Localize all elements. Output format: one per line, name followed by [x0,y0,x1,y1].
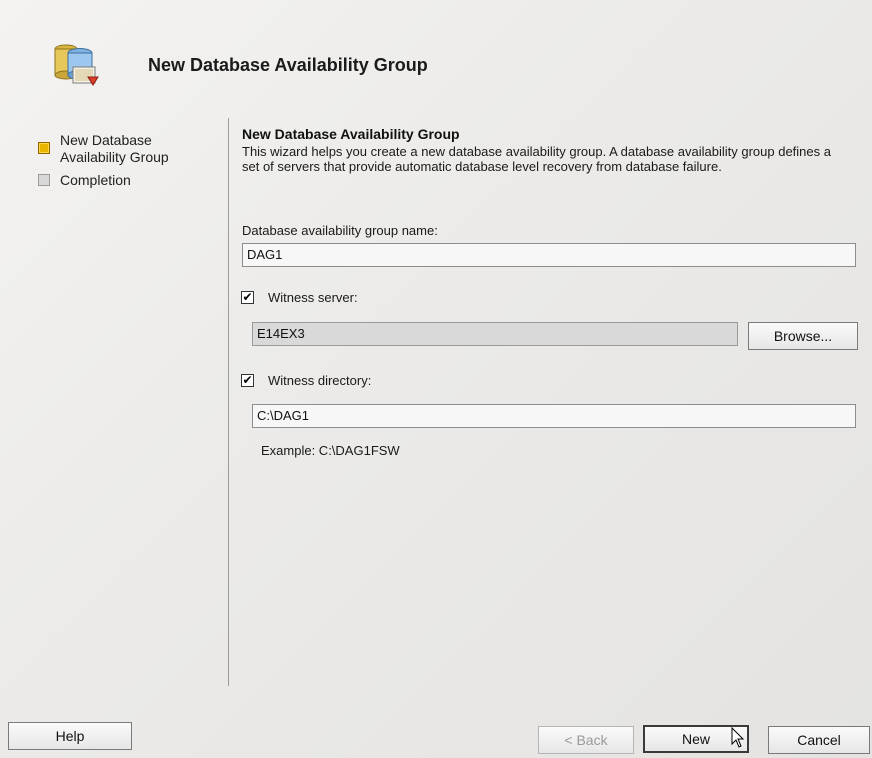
wizard-content: New Database Availability Group This wiz… [242,126,862,174]
dag-name-label: Database availability group name: [242,223,438,238]
example-text: Example: C:\DAG1FSW [261,443,400,458]
back-button[interactable]: < Back [538,726,634,754]
step-active-icon [38,142,50,154]
database-group-icon [54,44,99,86]
step-label: Completion [60,172,131,188]
witness-server-input[interactable]: E14EX3 [252,322,738,346]
help-button[interactable]: Help [8,722,132,750]
description: This wizard helps you create a new datab… [242,144,831,174]
wizard-steps: New Database Availability Group Completi… [38,132,218,195]
witness-directory-input[interactable]: C:\DAG1 [252,404,856,428]
witness-server-label: Witness server: [268,290,358,305]
section-title: New Database Availability Group [242,126,460,142]
witness-server-checkbox[interactable]: ✔ [241,291,254,304]
mouse-pointer-icon [731,727,745,748]
witness-directory-checkbox[interactable]: ✔ [241,374,254,387]
dag-name-input[interactable]: DAG1 [242,243,856,267]
step-completion: Completion [38,172,218,189]
witness-directory-label: Witness directory: [268,373,372,388]
wizard-header: New Database Availability Group [0,0,872,110]
page-title: New Database Availability Group [148,55,428,75]
cancel-button[interactable]: Cancel [768,726,870,754]
step-label: New Database Availability Group [60,132,169,165]
step-inactive-icon [38,174,50,186]
browse-button[interactable]: Browse... [748,322,858,350]
step-new-dag: New Database Availability Group [38,132,218,166]
divider [228,118,229,686]
